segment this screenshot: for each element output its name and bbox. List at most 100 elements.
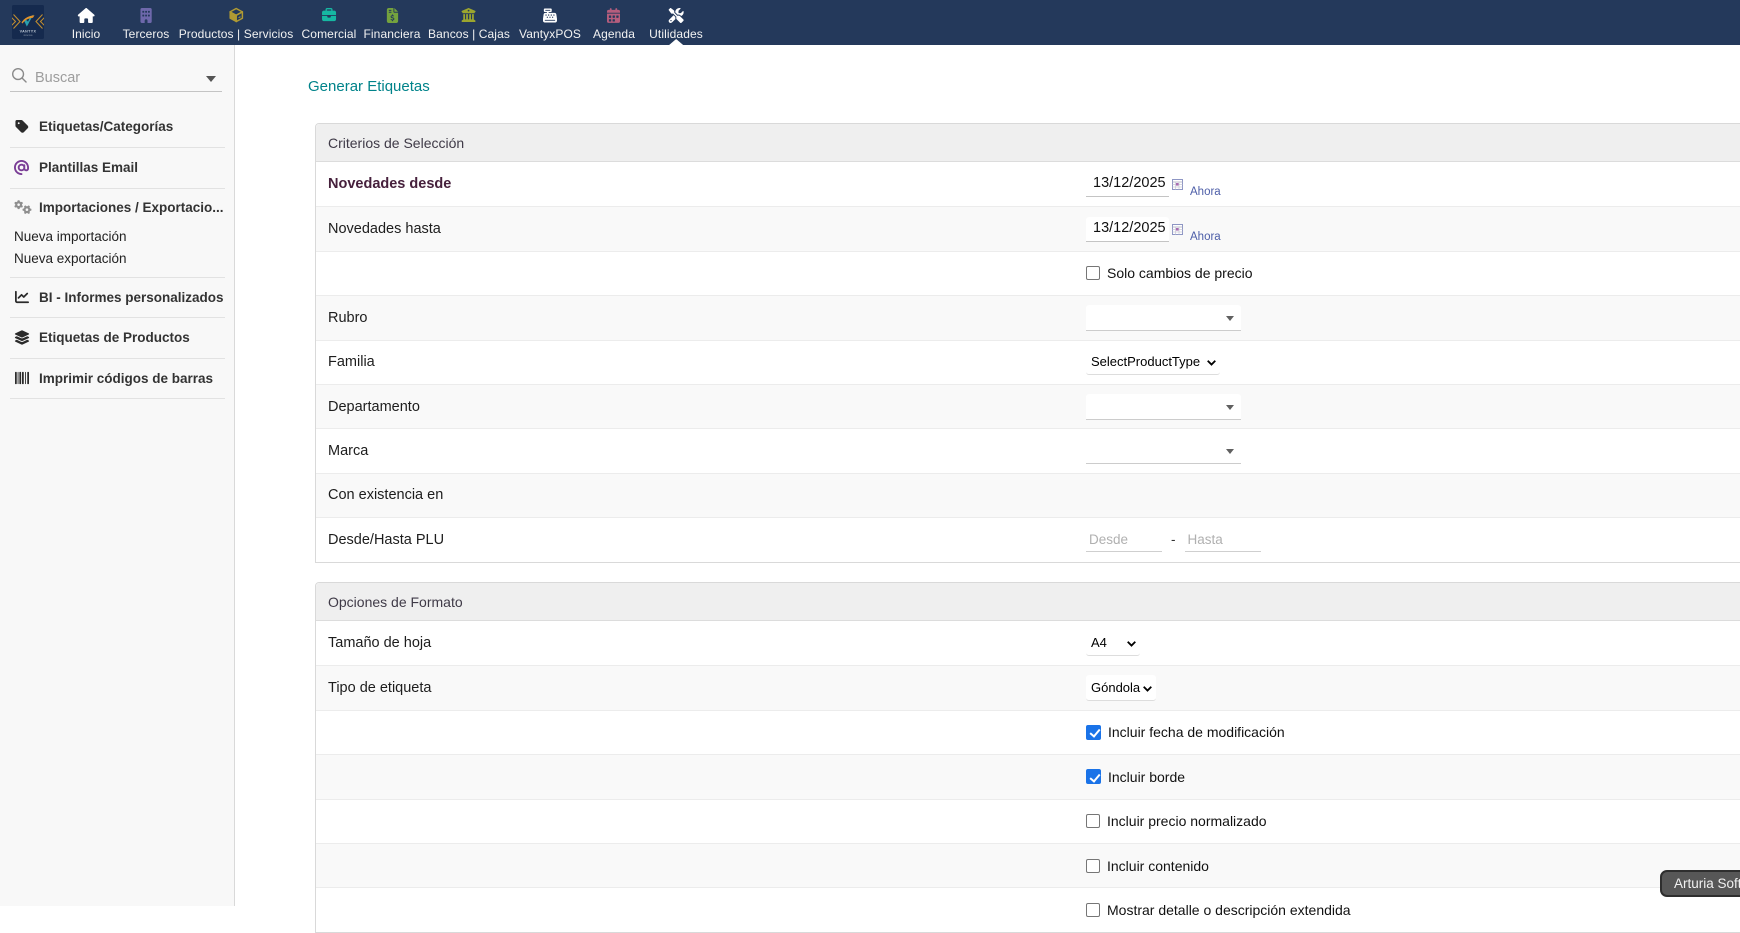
sidebar-item-etiquetas-de-productos[interactable]: Etiquetas de Productos [0, 318, 235, 358]
select-value: A4 [1091, 635, 1107, 650]
ahora-link[interactable]: Ahora [1190, 231, 1221, 243]
form-row: Desde/Hasta PLU - [316, 517, 1740, 561]
nav-item-comercial[interactable]: Comercial [302, 0, 357, 45]
main-content: Generar Etiquetas Criterios de Selección… [236, 45, 1740, 906]
date-input[interactable] [1086, 217, 1169, 242]
nav-item-utilidades[interactable]: Utilidades [649, 0, 703, 45]
sidebar-item-label: Imprimir códigos de barras [39, 371, 213, 386]
row-control: Mostrar detalle o descripción extendida [1086, 888, 1351, 931]
select-value: Góndola [1091, 680, 1140, 695]
building-icon [139, 7, 152, 23]
gears-icon [14, 200, 36, 214]
nav-item-agenda[interactable]: Agenda [593, 0, 635, 45]
row-label: Novedades hasta [328, 221, 441, 237]
row-control [1086, 429, 1241, 472]
row-control: Solo cambios de precio [1086, 252, 1253, 295]
tools-icon [668, 7, 684, 23]
panel-opciones-de-formato: Opciones de Formato Tamaño de hoja A4 Tipo … [315, 582, 1740, 933]
row-label: Rubro [328, 310, 368, 326]
nav-item-label: Productos | Servicios [179, 27, 294, 41]
sidebar-item-nueva-exportaci-n[interactable]: Nueva exportación [0, 248, 235, 270]
checkbox-unchecked[interactable] [1086, 903, 1100, 917]
row-control: Incluir fecha de modificación [1086, 711, 1285, 754]
form-row: Tipo de etiquetaGóndola [316, 665, 1740, 709]
select2-dropdown[interactable] [1086, 438, 1241, 464]
sidebar: Etiquetas/CategoríasPlantillas EmailImpo… [0, 45, 235, 906]
select-value: SelectProductType [1091, 354, 1200, 369]
form-row: Tamaño de hoja A4 [316, 621, 1740, 665]
sidebar-item-imprimir-c-digos-de-barras[interactable]: Imprimir códigos de barras [0, 359, 235, 399]
search-input[interactable] [35, 70, 195, 86]
checkbox-unchecked[interactable] [1086, 859, 1100, 873]
form-row: Departamento [316, 384, 1740, 428]
row-label: Tamaño de hoja [328, 635, 431, 651]
sidebar-item-nueva-importaci-n[interactable]: Nueva importación [0, 226, 235, 248]
at-icon [14, 160, 36, 175]
sidebar-item-label: Nueva importación [14, 229, 127, 244]
nav-item-label: Terceros [123, 27, 170, 41]
range-to-input[interactable] [1185, 528, 1261, 552]
row-control: Góndola [1086, 666, 1156, 709]
range-from-input[interactable] [1086, 528, 1162, 552]
nav-item-financiera[interactable]: Financiera [363, 0, 420, 45]
nav-item-terceros[interactable]: Terceros [123, 0, 170, 45]
native-select[interactable]: SelectProductType [1086, 349, 1220, 375]
row-control: - [1086, 518, 1261, 561]
mini-calendar-icon[interactable] [1172, 224, 1183, 235]
form-row: Mostrar detalle o descripción extendida [316, 887, 1740, 931]
select2-dropdown[interactable] [1086, 305, 1241, 331]
file-invoice-icon [386, 7, 398, 23]
nav-item-inicio[interactable]: Inicio [72, 0, 101, 45]
chevron-down-icon [1201, 357, 1217, 368]
branding-toast: Arturia Software [1660, 870, 1740, 897]
panel-header: Opciones de Formato [316, 583, 1740, 621]
sidebar-item-etiquetas-categor-as[interactable]: Etiquetas/Categorías [0, 106, 235, 147]
nav-item-label: Bancos | Cajas [428, 27, 510, 41]
sidebar-item-label: Nueva exportación [14, 251, 127, 266]
dropdown-caret-icon [1226, 449, 1234, 454]
row-label: Departamento [328, 399, 420, 415]
row-control [1086, 385, 1241, 428]
sidebar-item-plantillas-email[interactable]: Plantillas Email [0, 148, 235, 188]
top-navigation-bar: VANTYXsistemas InicioTercerosProductos |… [0, 0, 1740, 45]
native-select[interactable]: A4 [1086, 630, 1140, 656]
form-row: Incluir contenido [316, 843, 1740, 887]
mini-calendar-icon[interactable] [1172, 179, 1183, 190]
nav-item-label: Inicio [72, 27, 101, 41]
chevron-down-icon [1121, 638, 1137, 649]
native-select[interactable]: Góndola [1086, 675, 1156, 701]
checkbox-unchecked[interactable] [1086, 814, 1100, 828]
row-label: Familia [328, 354, 375, 370]
row-label: Desde/Hasta PLU [328, 532, 444, 548]
select2-dropdown[interactable] [1086, 394, 1241, 420]
checkbox-unchecked[interactable] [1086, 266, 1100, 280]
nav-item-productos-servicios[interactable]: Productos | Servicios [179, 0, 294, 45]
row-control: Incluir precio normalizado [1086, 800, 1267, 843]
ahora-link[interactable]: Ahora [1190, 186, 1221, 198]
sidebar-item-importaciones-exportacio[interactable]: Importaciones / Exportacio... [0, 189, 235, 226]
checkbox-checked[interactable] [1086, 769, 1101, 784]
sidebar-item-label: BI - Informes personalizados [39, 290, 224, 305]
box-icon [227, 7, 244, 23]
menu-spacer [0, 270, 235, 277]
checkbox-label: Incluir fecha de modificación [1108, 724, 1285, 740]
nav-item-label: Comercial [302, 27, 357, 41]
form-row: Novedades hasta Ahora [316, 206, 1740, 250]
sidebar-item-bi-informes-personalizados[interactable]: BI - Informes personalizados [0, 278, 235, 318]
form-row: Incluir precio normalizado [316, 799, 1740, 843]
home-icon [78, 7, 95, 23]
form-row: Con existencia en [316, 473, 1740, 517]
sidebar-item-label: Etiquetas de Productos [39, 330, 190, 345]
panel-header: Criterios de Selección [316, 124, 1740, 162]
briefcase-icon [321, 7, 336, 23]
checkbox-checked[interactable] [1086, 725, 1101, 740]
search-dropdown-caret[interactable] [206, 76, 216, 82]
row-control: A4 [1086, 621, 1140, 665]
nav-item-bancos-cajas[interactable]: Bancos | Cajas [428, 0, 510, 45]
chevron-down-icon [1137, 683, 1153, 694]
form-row: Marca [316, 428, 1740, 472]
nav-item-vantyxpos[interactable]: VantyxPOS [519, 0, 581, 45]
nav-item-label: Agenda [593, 27, 635, 41]
date-input[interactable] [1086, 172, 1169, 197]
layers-icon [14, 330, 36, 345]
